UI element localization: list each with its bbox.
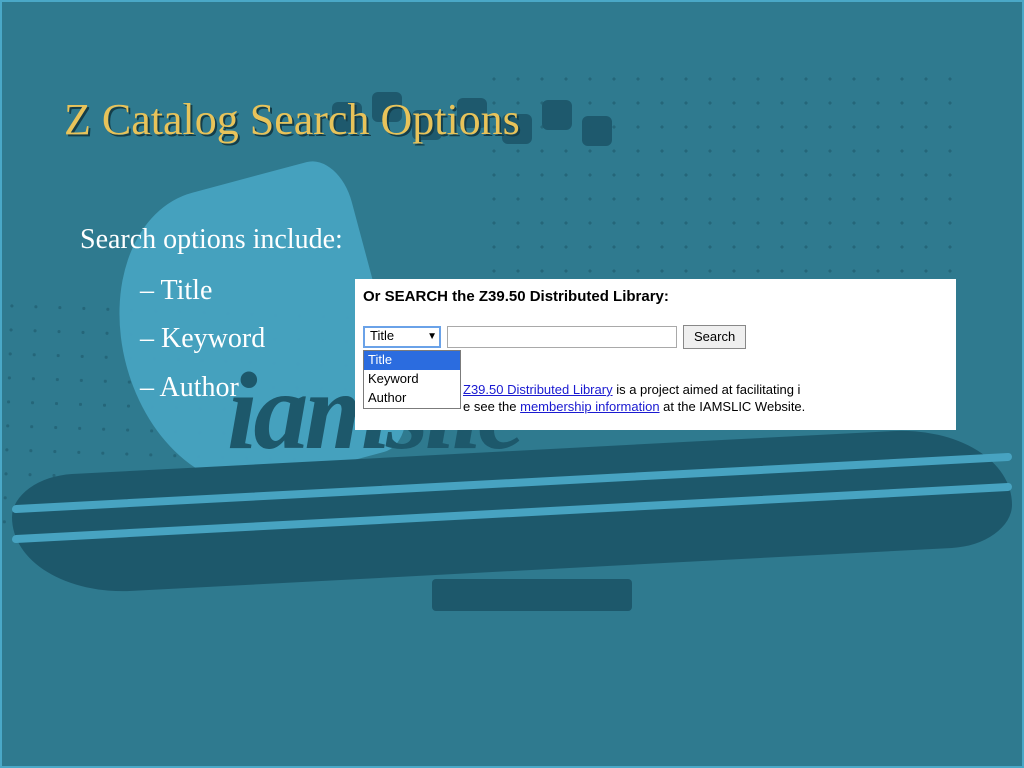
search-button[interactable]: Search — [683, 325, 746, 349]
body-lead: Search options include: — [80, 220, 962, 261]
search-field-select[interactable]: Title ▼ — [363, 326, 441, 348]
search-input[interactable] — [447, 326, 677, 348]
link-z3950-library[interactable]: Z39.50 Distributed Library — [463, 382, 613, 397]
search-panel: Or SEARCH the Z39.50 Distributed Library… — [355, 279, 956, 430]
search-field-dropdown[interactable]: Title Keyword Author — [363, 350, 461, 409]
desc-text: e see the — [463, 399, 520, 414]
dropdown-option-title[interactable]: Title — [364, 351, 460, 370]
search-form: Title ▼ Search — [363, 321, 948, 351]
dropdown-option-author[interactable]: Author — [364, 389, 460, 408]
link-membership-info[interactable]: membership information — [520, 399, 659, 414]
panel-heading: Or SEARCH the Z39.50 Distributed Library… — [363, 285, 948, 321]
chevron-down-icon: ▼ — [427, 330, 437, 343]
panel-description: Z39.50 Distributed Library is a project … — [463, 381, 950, 416]
book-base-art — [432, 579, 632, 611]
desc-text: is a project aimed at facilitating i — [613, 382, 801, 397]
dropdown-option-keyword[interactable]: Keyword — [364, 370, 460, 389]
select-value: Title — [370, 328, 394, 345]
desc-text: at the IAMSLIC Website. — [660, 399, 806, 414]
slide-title: Z Catalog Search Options — [64, 98, 520, 142]
